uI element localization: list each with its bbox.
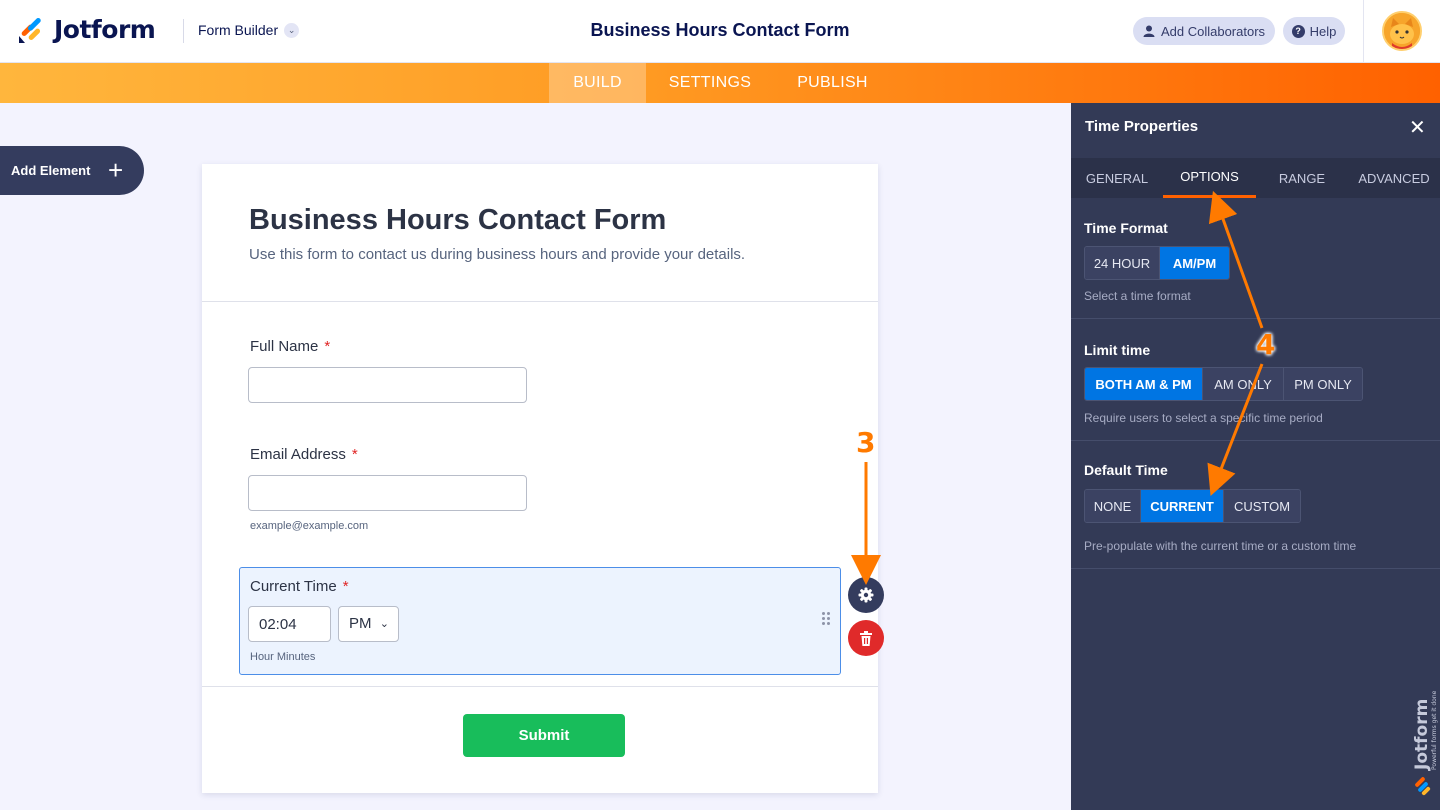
drag-handle-icon[interactable] (822, 612, 832, 628)
step-3-label: 3 (856, 426, 876, 459)
full-name-label[interactable]: Full Name * (250, 338, 330, 355)
option-am-pm[interactable]: AM/PM (1160, 247, 1229, 279)
limit-time-title: Limit time (1084, 342, 1151, 358)
required-asterisk: * (351, 446, 358, 463)
form-canvas: Business Hours Contact Form Use this for… (202, 164, 878, 793)
time-format-section: Time Format 24 HOUR AM/PM Select a time … (1071, 198, 1440, 319)
form-builder-dropdown[interactable]: Form Builder ⌄ (198, 22, 300, 38)
gear-icon (858, 587, 874, 603)
option-current[interactable]: CURRENT (1141, 490, 1224, 522)
email-label-text: Email Address (250, 446, 346, 463)
tab-options[interactable]: OPTIONS (1163, 158, 1256, 198)
time-format-title: Time Format (1084, 220, 1168, 236)
limit-time-toggle: BOTH AM & PM AM ONLY PM ONLY (1084, 367, 1363, 401)
plus-icon: + (108, 155, 124, 185)
help-label: Help (1309, 23, 1337, 39)
full-name-label-text: Full Name (250, 338, 319, 355)
ampm-value: PM (349, 615, 372, 632)
tab-range[interactable]: RANGE (1261, 158, 1343, 198)
form-builder-label: Form Builder (198, 22, 279, 38)
email-label[interactable]: Email Address * (250, 446, 358, 463)
full-name-input[interactable] (248, 367, 527, 403)
main-nav: BUILD SETTINGS PUBLISH (0, 63, 1440, 103)
time-input[interactable]: 02:04 (248, 606, 331, 642)
form-title[interactable]: Business Hours Contact Form (249, 204, 666, 237)
chevron-down-icon: ⌄ (379, 618, 389, 630)
panel-title: Time Properties (1085, 118, 1199, 135)
header-divider-right (1363, 0, 1364, 63)
submit-button[interactable]: Submit (463, 714, 625, 757)
email-input[interactable] (248, 475, 527, 511)
trash-icon (860, 630, 872, 646)
cat-avatar-icon (1384, 13, 1420, 49)
form-header-divider (202, 301, 878, 302)
step-4-label: 4 (1256, 328, 1276, 361)
add-collaborators-button[interactable]: Add Collaborators (1133, 17, 1275, 45)
tab-advanced[interactable]: ADVANCED (1353, 158, 1435, 198)
time-format-description: Select a time format (1084, 289, 1191, 303)
option-24-hour[interactable]: 24 HOUR (1085, 247, 1160, 279)
chevron-down-icon: ⌄ (284, 22, 300, 38)
close-icon[interactable]: ✕ (1409, 115, 1426, 140)
time-properties-panel: Time Properties ✕ GENERAL OPTIONS RANGE … (1071, 103, 1440, 810)
option-pm-only[interactable]: PM ONLY (1284, 368, 1362, 400)
tab-publish[interactable]: PUBLISH (784, 63, 881, 103)
watermark-brand: Jotform (1412, 699, 1432, 771)
form-subtitle[interactable]: Use this form to contact us during busin… (249, 246, 745, 263)
jotform-logo-icon (19, 17, 41, 43)
jotform-watermark: Jotform Powerful forms get it done (1412, 690, 1438, 796)
top-header: Jotform Form Builder ⌄ Business Hours Co… (0, 0, 1440, 63)
limit-time-description: Require users to select a specific time … (1084, 411, 1323, 425)
default-time-section: Default Time NONE CURRENT CUSTOM Pre-pop… (1071, 441, 1440, 569)
current-time-field[interactable]: Current Time * 02:04 PM ⌄ Hour Minutes (239, 567, 841, 675)
option-none[interactable]: NONE (1085, 490, 1141, 522)
watermark-tagline: Powerful forms get it done (1431, 690, 1438, 770)
add-element-label: Add Element (11, 163, 91, 178)
time-sublabel: Hour Minutes (250, 651, 316, 663)
tab-general[interactable]: GENERAL (1077, 158, 1157, 198)
question-icon: ? (1291, 24, 1305, 38)
current-time-label-text: Current Time (250, 578, 337, 595)
tab-settings[interactable]: SETTINGS (656, 63, 764, 103)
help-button[interactable]: ? Help (1283, 17, 1345, 45)
current-time-label[interactable]: Current Time * (250, 578, 349, 595)
default-time-description: Pre-populate with the current time or a … (1084, 539, 1357, 553)
add-element-button[interactable]: Add Element + (0, 146, 144, 195)
delete-field-button[interactable] (848, 620, 884, 656)
time-format-toggle: 24 HOUR AM/PM (1084, 246, 1230, 280)
default-time-toggle: NONE CURRENT CUSTOM (1084, 489, 1301, 523)
header-divider (183, 19, 184, 43)
add-collaborators-label: Add Collaborators (1160, 23, 1266, 39)
default-time-title: Default Time (1084, 462, 1168, 478)
submit-divider (202, 686, 878, 687)
required-asterisk: * (324, 338, 331, 355)
option-both-am-pm[interactable]: BOTH AM & PM (1085, 368, 1203, 400)
option-custom[interactable]: CUSTOM (1224, 490, 1300, 522)
required-asterisk: * (342, 578, 349, 595)
avatar[interactable] (1382, 11, 1422, 51)
option-am-only[interactable]: AM ONLY (1203, 368, 1284, 400)
logo-text: Jotform (54, 14, 156, 44)
user-icon (1143, 25, 1155, 37)
field-properties-button[interactable] (848, 577, 884, 613)
panel-tabs: GENERAL OPTIONS RANGE ADVANCED (1071, 158, 1440, 198)
email-sublabel: example@example.com (250, 520, 369, 532)
ampm-select[interactable]: PM ⌄ (338, 606, 399, 642)
tab-build[interactable]: BUILD (549, 63, 646, 103)
jotform-logo[interactable]: Jotform (18, 14, 156, 44)
